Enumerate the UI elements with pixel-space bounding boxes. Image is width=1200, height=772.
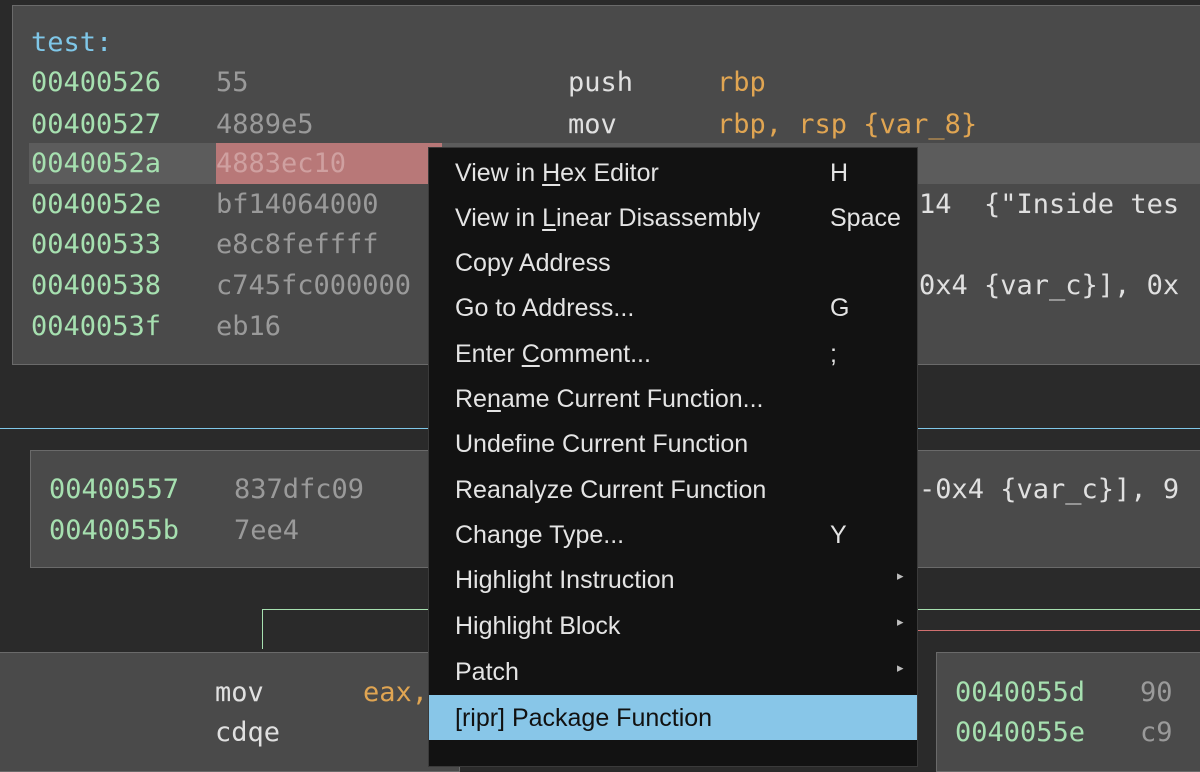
menu-item-label: Reanalyze Current Function bbox=[455, 476, 767, 504]
menu-item-label: Highlight Instruction bbox=[455, 566, 675, 594]
menu-item-mnemonic: L bbox=[542, 204, 556, 232]
menu-item-shortcut: H bbox=[830, 159, 849, 187]
menu-item-patch[interactable]: Patch ▸ bbox=[429, 649, 917, 694]
menu-item-view-linear-disassembly[interactable]: View in Linear Disassembly Space bbox=[429, 195, 917, 240]
row-bytes: bf14064000 bbox=[216, 189, 379, 220]
menu-item-label: Re bbox=[455, 385, 487, 413]
row-address[interactable]: 0040055e bbox=[955, 713, 1085, 753]
menu-item-shortcut: ; bbox=[830, 340, 837, 368]
menu-item-label: Change Type... bbox=[455, 521, 625, 549]
menu-item-highlight-instruction[interactable]: Highlight Instruction ▸ bbox=[429, 557, 917, 602]
menu-item-label: View in bbox=[455, 204, 543, 232]
menu-item-label: ame Current Function... bbox=[500, 385, 764, 413]
menu-item-change-type[interactable]: Change Type... Y bbox=[429, 512, 917, 557]
row-bytes: eb16 bbox=[216, 311, 282, 342]
menu-item-label: [ripr] Package Function bbox=[455, 704, 713, 732]
row-address[interactable]: 0040052e bbox=[31, 185, 161, 225]
row-bytes: e8c8feffff bbox=[216, 229, 379, 260]
row-operands[interactable]: rbp, rsp {var_8} bbox=[717, 105, 977, 145]
row-address[interactable]: 00400557 bbox=[49, 470, 179, 510]
menu-item-shortcut: Y bbox=[830, 521, 847, 549]
menu-item-copy-address[interactable]: Copy Address bbox=[429, 240, 917, 285]
menu-item-label: Enter bbox=[455, 340, 522, 368]
graph-edge bbox=[918, 630, 1200, 631]
row-bytes: 7ee4 bbox=[234, 515, 300, 546]
menu-item-shortcut: G bbox=[830, 294, 850, 322]
menu-item-label: View in bbox=[455, 159, 543, 187]
row-address[interactable]: 0040055b bbox=[49, 511, 179, 551]
menu-item-go-to-address[interactable]: Go to Address... G bbox=[429, 285, 917, 330]
row-bytes: 90 bbox=[1140, 677, 1173, 708]
row-bytes: 837dfc09 bbox=[234, 474, 365, 505]
menu-item-label: Copy Address bbox=[455, 249, 611, 277]
graph-block-loop-body[interactable]: mov eax, cdqe bbox=[0, 652, 460, 772]
menu-item-label: Highlight Block bbox=[455, 612, 621, 640]
row-operands[interactable]: rbp bbox=[717, 63, 766, 103]
graph-block-exit[interactable]: 0040055d 90 0040055e c9 bbox=[936, 652, 1200, 772]
menu-item-label: omment... bbox=[539, 340, 651, 368]
menu-item-ripr-package-function[interactable]: [ripr] Package Function bbox=[429, 695, 917, 740]
menu-item-undefine-function[interactable]: Undefine Current Function bbox=[429, 421, 917, 466]
row-mnemonic[interactable]: mov bbox=[568, 105, 617, 145]
row-operands[interactable]: eax, bbox=[363, 673, 428, 713]
menu-item-reanalyze-function[interactable]: Reanalyze Current Function bbox=[429, 467, 917, 512]
submenu-arrow-icon: ▸ bbox=[897, 614, 904, 629]
menu-item-shortcut: Space bbox=[830, 204, 901, 232]
menu-item-label: Go to Address... bbox=[455, 294, 635, 322]
context-menu: View in Hex Editor H View in Linear Disa… bbox=[428, 147, 918, 767]
row-mnemonic[interactable]: push bbox=[568, 63, 633, 103]
menu-item-label: inear Disassembly bbox=[556, 204, 761, 232]
row-address[interactable]: 0040055d bbox=[955, 673, 1085, 713]
menu-item-enter-comment[interactable]: Enter Comment... ; bbox=[429, 331, 917, 376]
row-bytes: 55 bbox=[216, 67, 249, 98]
row-operands[interactable]: -0x4 {var_c}], 9 bbox=[919, 470, 1179, 510]
menu-item-label: Patch bbox=[455, 658, 519, 686]
submenu-arrow-icon: ▸ bbox=[897, 660, 904, 675]
menu-item-rename-function[interactable]: Rename Current Function... bbox=[429, 376, 917, 421]
row-mnemonic[interactable]: mov bbox=[215, 673, 264, 713]
row-operands[interactable]: 0x4 {var_c}], 0x bbox=[919, 266, 1179, 306]
row-bytes: c745fc000000 bbox=[216, 270, 412, 301]
menu-item-view-hex-editor[interactable]: View in Hex Editor H bbox=[429, 150, 917, 195]
row-address[interactable]: 00400533 bbox=[31, 225, 161, 265]
row-address[interactable]: 00400538 bbox=[31, 266, 161, 306]
function-label[interactable]: test: bbox=[31, 23, 112, 63]
row-operands[interactable]: 14 {"Inside tes bbox=[919, 185, 1179, 225]
row-bytes: 4889e5 bbox=[216, 109, 314, 140]
row-bytes: 4883ec10 bbox=[216, 148, 347, 179]
row-address[interactable]: 00400527 bbox=[31, 105, 161, 145]
menu-item-highlight-block[interactable]: Highlight Block ▸ bbox=[429, 603, 917, 648]
row-address[interactable]: 0040053f bbox=[31, 307, 161, 347]
row-mnemonic[interactable]: cdqe bbox=[215, 713, 280, 753]
row-bytes: c9 bbox=[1140, 717, 1173, 748]
menu-item-mnemonic: H bbox=[542, 159, 561, 187]
menu-item-label: ex Editor bbox=[560, 159, 659, 187]
menu-item-label: Undefine Current Function bbox=[455, 430, 749, 458]
graph-edge bbox=[262, 609, 263, 649]
row-address[interactable]: 00400526 bbox=[31, 63, 161, 103]
menu-item-mnemonic: C bbox=[521, 340, 540, 368]
submenu-arrow-icon: ▸ bbox=[897, 568, 904, 583]
menu-item-mnemonic: n bbox=[486, 385, 501, 413]
row-address[interactable]: 0040052a bbox=[31, 144, 161, 184]
